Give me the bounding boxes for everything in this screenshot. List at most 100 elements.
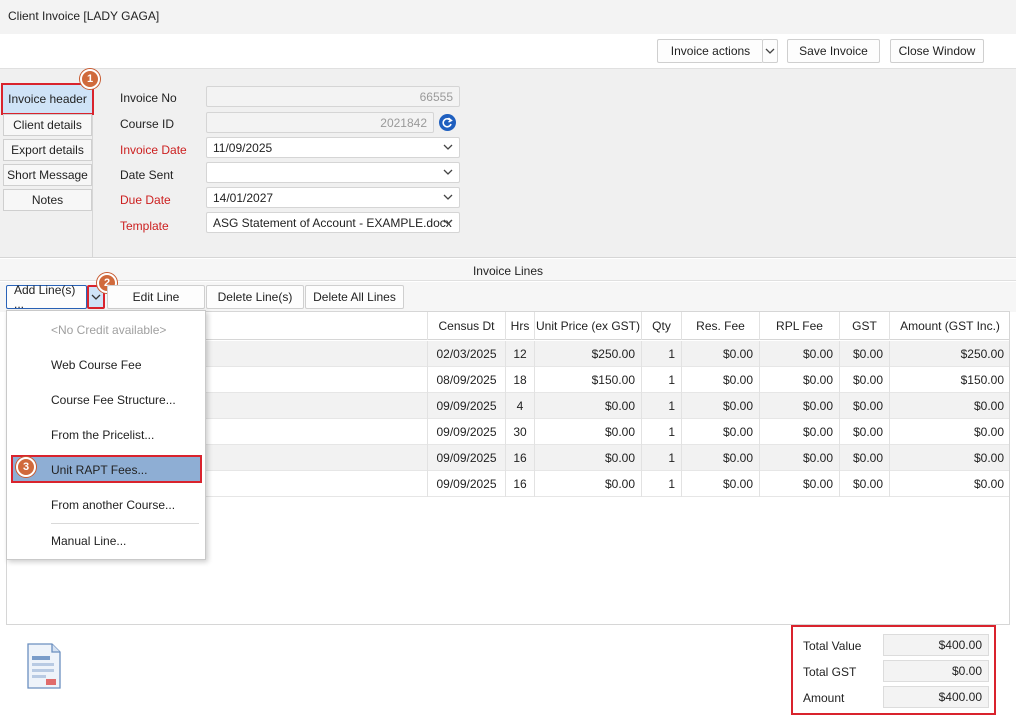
cell-amount: $0.00 bbox=[973, 451, 1004, 465]
top-toolbar: Invoice actions Save Invoice Close Windo… bbox=[0, 34, 1016, 68]
tab-export-details[interactable]: Export details bbox=[3, 139, 92, 161]
cell-census-dt: 09/09/2025 bbox=[428, 471, 506, 497]
menu-item-web-course-fee[interactable]: Web Course Fee bbox=[51, 358, 142, 372]
cell-census-dt: 08/09/2025 bbox=[428, 367, 506, 393]
menu-item-from-another-course[interactable]: From another Course... bbox=[51, 498, 175, 512]
cell-amount: $0.00 bbox=[973, 425, 1004, 439]
course-id-field: 2021842 bbox=[206, 112, 434, 133]
cell-amount: $0.00 bbox=[973, 399, 1004, 413]
window-titlebar: Client Invoice [LADY GAGA] bbox=[0, 0, 1016, 34]
cell-unit-price: $150.00 bbox=[535, 367, 642, 393]
cell-hrs: 16 bbox=[506, 445, 535, 471]
column-amount[interactable]: Amount (GST Inc.) bbox=[890, 312, 1010, 340]
document-icon bbox=[27, 643, 61, 689]
cell-unit-price: $250.00 bbox=[535, 341, 642, 367]
refresh-arrow-icon bbox=[442, 117, 453, 128]
chevron-down-icon bbox=[443, 144, 453, 150]
menu-item-manual-line[interactable]: Manual Line... bbox=[51, 534, 126, 548]
cell-res-fee: $0.00 bbox=[682, 419, 760, 445]
menu-item-course-fee-structure[interactable]: Course Fee Structure... bbox=[51, 393, 176, 407]
total-value-label: Total Value bbox=[803, 639, 862, 653]
cell-res-fee: $0.00 bbox=[682, 393, 760, 419]
callout-badge-3: 3 bbox=[16, 457, 36, 477]
cell-unit-price: $0.00 bbox=[535, 445, 642, 471]
menu-item-no-credit: <No Credit available> bbox=[51, 323, 167, 337]
total-gst-field: $0.00 bbox=[883, 660, 989, 682]
tab-invoice-header[interactable]: Invoice header bbox=[1, 83, 94, 115]
cell-rpl-fee: $0.00 bbox=[760, 445, 840, 471]
save-invoice-button[interactable]: Save Invoice bbox=[787, 39, 880, 63]
cell-unit-price: $0.00 bbox=[535, 471, 642, 497]
chevron-down-icon bbox=[91, 294, 101, 300]
cell-gst: $0.00 bbox=[840, 341, 890, 367]
invoice-actions-button[interactable]: Invoice actions bbox=[657, 39, 763, 63]
invoice-date-label: Invoice Date bbox=[120, 143, 187, 157]
cell-rpl-fee: $0.00 bbox=[760, 471, 840, 497]
cell-hrs: 12 bbox=[506, 341, 535, 367]
invoice-no-label: Invoice No bbox=[120, 91, 177, 105]
cell-hrs: 4 bbox=[506, 393, 535, 419]
invoice-lines-title: Invoice Lines bbox=[0, 259, 1016, 281]
cell-gst: $0.00 bbox=[840, 393, 890, 419]
template-select[interactable]: ASG Statement of Account - EXAMPLE.docx bbox=[206, 212, 460, 233]
course-id-label: Course ID bbox=[120, 117, 175, 131]
column-qty[interactable]: Qty bbox=[642, 312, 682, 340]
due-date-field[interactable]: 14/01/2027 bbox=[206, 187, 460, 208]
column-census-dt[interactable]: Census Dt bbox=[428, 312, 506, 340]
chevron-down-icon bbox=[443, 219, 453, 225]
tab-notes[interactable]: Notes bbox=[3, 189, 92, 211]
cell-rpl-fee: $0.00 bbox=[760, 367, 840, 393]
total-value-field: $400.00 bbox=[883, 634, 989, 656]
column-unit-price[interactable]: Unit Price (ex GST) bbox=[535, 312, 642, 340]
cell-res-fee: $0.00 bbox=[682, 367, 760, 393]
chevron-down-icon bbox=[765, 48, 775, 54]
menu-item-unit-rapt-fees[interactable]: Unit RAPT Fees... bbox=[51, 463, 147, 477]
cell-gst: $0.00 bbox=[840, 367, 890, 393]
due-date-label: Due Date bbox=[120, 193, 171, 207]
menu-item-from-pricelist[interactable]: From the Pricelist... bbox=[51, 428, 154, 442]
cell-amount: $250.00 bbox=[960, 347, 1004, 361]
invoice-document-icon[interactable] bbox=[24, 642, 64, 690]
invoice-date-field[interactable]: 11/09/2025 bbox=[206, 137, 460, 158]
cell-gst: $0.00 bbox=[840, 419, 890, 445]
cell-qty: 1 bbox=[642, 419, 682, 445]
cell-qty: 1 bbox=[642, 471, 682, 497]
cell-hrs: 18 bbox=[506, 367, 535, 393]
cell-census-dt: 02/03/2025 bbox=[428, 341, 506, 367]
invoice-actions-dropdown-button[interactable] bbox=[762, 39, 778, 63]
delete-lines-button[interactable]: Delete Line(s) bbox=[206, 285, 304, 309]
cell-hrs: 30 bbox=[506, 419, 535, 445]
tab-short-message[interactable]: Short Message bbox=[3, 164, 92, 186]
delete-all-lines-button[interactable]: Delete All Lines bbox=[305, 285, 404, 309]
cell-qty: 1 bbox=[642, 367, 682, 393]
cell-gst: $0.00 bbox=[840, 471, 890, 497]
amount-field: $400.00 bbox=[883, 686, 989, 708]
cell-hrs: 16 bbox=[506, 471, 535, 497]
cell-rpl-fee: $0.00 bbox=[760, 419, 840, 445]
cell-qty: 1 bbox=[642, 445, 682, 471]
invoice-no-field: 66555 bbox=[206, 86, 460, 107]
date-sent-field[interactable] bbox=[206, 162, 460, 183]
cell-unit-price: $0.00 bbox=[535, 393, 642, 419]
cell-gst: $0.00 bbox=[840, 445, 890, 471]
column-gst[interactable]: GST bbox=[840, 312, 890, 340]
chevron-down-icon bbox=[443, 169, 453, 175]
cell-amount: $150.00 bbox=[960, 373, 1004, 387]
cell-qty: 1 bbox=[642, 341, 682, 367]
cell-census-dt: 09/09/2025 bbox=[428, 419, 506, 445]
total-gst-label: Total GST bbox=[803, 665, 857, 679]
tab-client-details[interactable]: Client details bbox=[3, 114, 92, 136]
edit-line-button[interactable]: Edit Line bbox=[107, 285, 205, 309]
cell-rpl-fee: $0.00 bbox=[760, 393, 840, 419]
refresh-course-icon[interactable] bbox=[439, 114, 456, 131]
column-rpl-fee[interactable]: RPL Fee bbox=[760, 312, 840, 340]
cell-res-fee: $0.00 bbox=[682, 445, 760, 471]
amount-label: Amount bbox=[803, 691, 845, 705]
date-sent-label: Date Sent bbox=[120, 168, 174, 182]
column-res-fee[interactable]: Res. Fee bbox=[682, 312, 760, 340]
cell-census-dt: 09/09/2025 bbox=[428, 393, 506, 419]
column-hrs[interactable]: Hrs bbox=[506, 312, 535, 340]
close-window-button[interactable]: Close Window bbox=[890, 39, 984, 63]
add-lines-button[interactable]: Add Line(s) ... bbox=[6, 283, 87, 311]
cell-res-fee: $0.00 bbox=[682, 471, 760, 497]
